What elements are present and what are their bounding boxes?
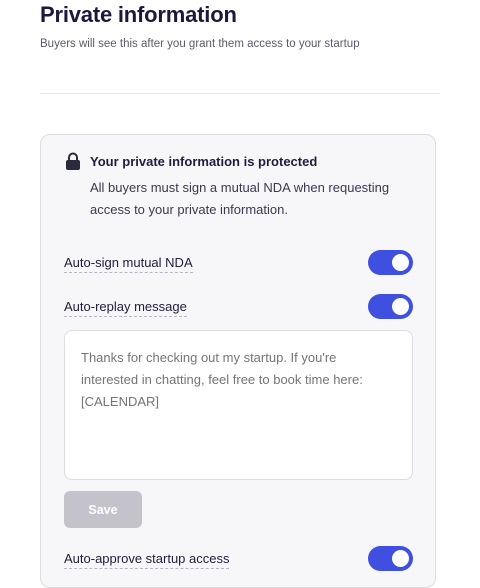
auto-reply-message-input[interactable] xyxy=(64,330,413,480)
protected-description: All buyers must sign a mutual NDA when r… xyxy=(90,180,390,217)
toggle-knob xyxy=(392,254,409,271)
toggle-knob xyxy=(392,298,409,315)
protected-title: Your private information is protected xyxy=(90,154,318,169)
private-info-card: Your private information is protected Al… xyxy=(40,134,436,588)
auto-approve-toggle[interactable] xyxy=(368,546,413,571)
divider xyxy=(40,93,440,94)
page-title: Private information xyxy=(40,2,237,27)
auto-sign-nda-label[interactable]: Auto-sign mutual NDA xyxy=(64,255,193,273)
page-subtitle: Buyers will see this after you grant the… xyxy=(40,38,360,50)
auto-sign-nda-toggle[interactable] xyxy=(368,250,413,275)
toggle-knob xyxy=(392,550,409,567)
lock-icon xyxy=(66,152,80,170)
save-button[interactable]: Save xyxy=(64,491,142,528)
auto-reply-label[interactable]: Auto-replay message xyxy=(64,299,187,317)
auto-approve-label[interactable]: Auto-approve startup access xyxy=(64,551,230,569)
auto-reply-toggle[interactable] xyxy=(368,294,413,319)
